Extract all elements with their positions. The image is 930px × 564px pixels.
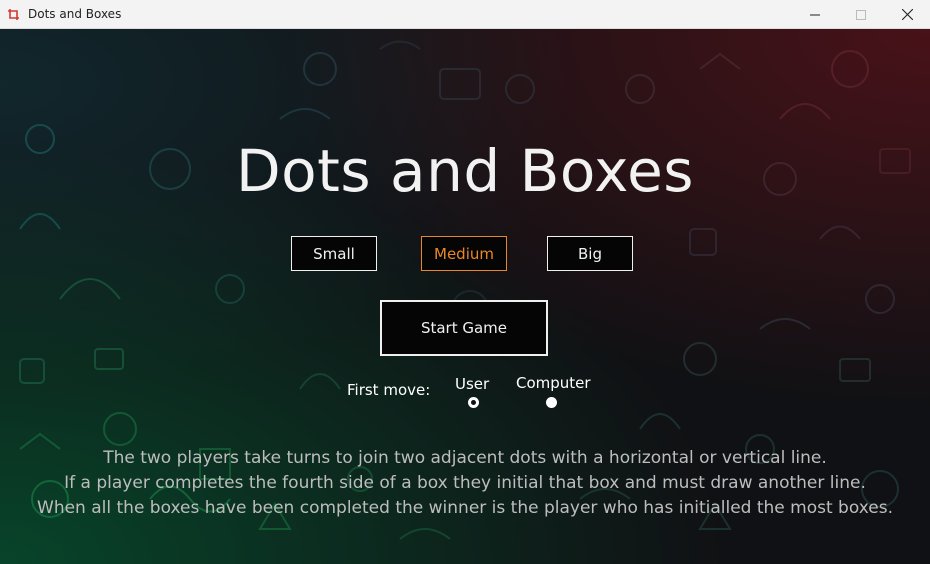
game-title: Dots and Boxes (235, 137, 695, 205)
minimize-icon (810, 14, 820, 15)
maximize-icon (856, 9, 866, 20)
rules-line: If a player completes the fourth side of… (64, 473, 866, 493)
game-menu-screen: Dots and Boxes Small Medium Big Start Ga… (0, 29, 930, 564)
close-icon (901, 9, 913, 20)
window-title: Dots and Boxes (28, 7, 122, 21)
rules-text: The two players take turns to join two a… (0, 446, 930, 521)
first-move-user-radio[interactable] (468, 397, 479, 408)
close-button[interactable] (884, 0, 930, 29)
start-game-button[interactable]: Start Game (380, 300, 548, 356)
first-move-computer-radio[interactable] (546, 397, 557, 408)
rules-line: The two players take turns to join two a… (103, 448, 827, 468)
first-move-computer-label: Computer (516, 374, 591, 392)
maximize-button[interactable] (838, 0, 884, 29)
minimize-button[interactable] (792, 0, 838, 29)
rules-line: When all the boxes have been completed t… (37, 498, 893, 518)
board-size-big-button[interactable]: Big (547, 236, 633, 271)
first-move-user-label: User (455, 375, 490, 393)
window-title-bar: Dots and Boxes (0, 0, 930, 29)
board-size-medium-button[interactable]: Medium (421, 236, 507, 271)
board-size-small-button[interactable]: Small (291, 236, 377, 271)
app-icon (7, 7, 21, 21)
first-move-label: First move: (347, 381, 431, 399)
